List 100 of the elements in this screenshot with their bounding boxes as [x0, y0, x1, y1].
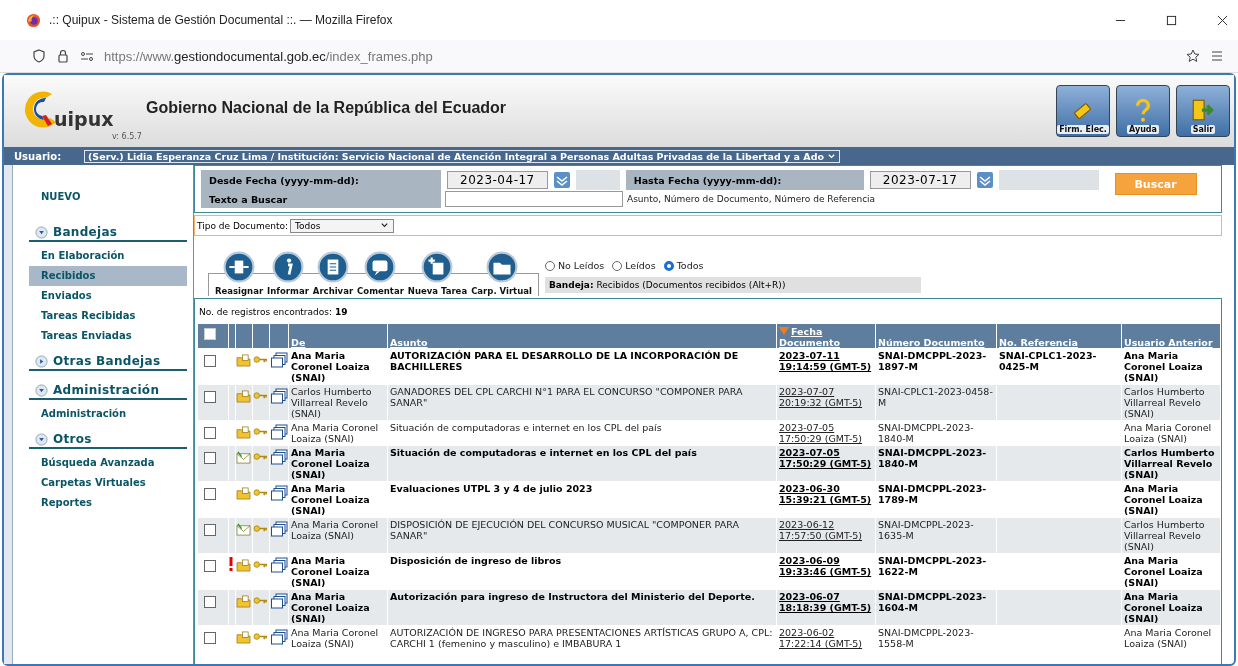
subject-text: Situación de computadoras e internet en los CPL del país [390, 422, 662, 433]
sort-arrow-icon [779, 327, 789, 335]
date-link[interactable]: 2023-06-09 19:33:46 (GMT-5) [779, 555, 873, 577]
folder-icon [236, 354, 251, 367]
header-button[interactable]: Salir [1176, 85, 1230, 137]
subject-text: Situación de computadoras e internet en los CPL del país [390, 447, 697, 458]
folder-icon [236, 559, 251, 572]
toolbar-button[interactable]: Informar [265, 251, 311, 296]
chevron-down-icon [827, 151, 836, 161]
calendar-icon[interactable] [976, 172, 993, 188]
app-title: Gobierno Nacional de la República del Ecuador [146, 99, 507, 117]
column-header[interactable]: Asunto [390, 337, 428, 348]
previous-user: Ana Maria Coronel Loaiza (SNAI) [1124, 627, 1212, 649]
sidebar-item[interactable]: Búsqueda Avanzada [29, 453, 187, 473]
envelope-icon [236, 451, 251, 464]
copies-icon [270, 424, 288, 440]
sidebar-item[interactable]: Enviados [29, 286, 187, 306]
expand-icon [35, 355, 48, 368]
shield-icon[interactable] [32, 49, 46, 63]
calendar-icon[interactable] [553, 172, 570, 188]
date-link[interactable]: 2023-07-05 17:50:29 (GMT-5) [779, 422, 873, 444]
date-link[interactable]: 2023-07-11 19:14:59 (GMT-5) [779, 350, 873, 372]
doc-type-select[interactable]: Todos [290, 218, 395, 233]
previous-user: Ana Maria Coronel Loaiza (SNAI) [1124, 350, 1203, 383]
sidebar-section[interactable]: Otros [29, 432, 187, 449]
lock-icon[interactable] [56, 49, 70, 63]
radio-option[interactable]: Leídos [612, 260, 656, 271]
row-checkbox[interactable] [204, 524, 216, 536]
url-text[interactable]: https://www.gestiondocumental.gob.ec/index_frames.php [104, 48, 433, 64]
to-date-field[interactable]: 2023-07-17 [869, 171, 971, 189]
copies-icon [270, 388, 288, 404]
folder-icon [236, 631, 251, 644]
sidebar-section[interactable]: Otras Bandejas [29, 354, 187, 371]
document-number: SNAI-DMCPPL-2023-1789-M [878, 483, 987, 505]
collapse-icon [35, 433, 48, 446]
star-icon[interactable] [1186, 49, 1200, 63]
folder-icon [236, 487, 251, 500]
sidebar-section[interactable]: Bandejas [29, 225, 187, 242]
chevron-down-icon [380, 221, 390, 230]
from-date-field[interactable]: 2023-04-17 [447, 171, 548, 189]
radio-option[interactable]: Todos [663, 260, 704, 271]
toolbar-button[interactable]: Comentar [355, 251, 406, 296]
header-button[interactable]: Ayuda [1116, 85, 1170, 137]
sidebar-item[interactable]: Carpetas Virtuales [29, 473, 187, 493]
search-field[interactable] [445, 191, 623, 207]
sidebar-section[interactable]: Administración [29, 383, 187, 400]
sidebar-item[interactable]: Tareas Recibidas [29, 306, 187, 326]
radio-option[interactable]: No Leídos [544, 260, 605, 271]
select-all-checkbox[interactable] [204, 328, 216, 340]
search-text-label: Texto a Buscar [201, 190, 441, 208]
sidebar-item[interactable]: Administración [29, 404, 187, 424]
column-header[interactable]: De [291, 337, 306, 348]
row-checkbox[interactable] [204, 391, 216, 403]
column-header[interactable]: Fecha Documento [779, 326, 873, 348]
sidebar-item[interactable]: Recibidos [29, 266, 187, 286]
maximize-icon[interactable] [1166, 14, 1177, 26]
permissions-icon[interactable] [80, 49, 94, 63]
previous-user: Carlos Humberto Villarreal Revelo (SNAI) [1124, 386, 1205, 419]
row-checkbox[interactable] [204, 427, 216, 439]
doc-type-label: Tipo de Documento: [197, 220, 289, 231]
previous-user: Carlos Humberto Villarreal Revelo (SNAI) [1124, 519, 1205, 552]
row-checkbox[interactable] [204, 355, 216, 367]
sidebar-item[interactable]: Reportes [29, 493, 187, 513]
previous-user: Carlos Humberto Villarreal Revelo (SNAI) [1124, 447, 1215, 480]
folder-icon [236, 426, 251, 439]
row-checkbox[interactable] [204, 488, 216, 500]
sidebar-item[interactable]: En Elaboración [29, 246, 187, 266]
folder-icon [236, 390, 251, 403]
menu-icon[interactable] [1210, 49, 1224, 63]
toolbar-button[interactable]: Archivar [310, 251, 356, 296]
row-checkbox[interactable] [204, 596, 216, 608]
row-checkbox[interactable] [204, 632, 216, 644]
row-checkbox[interactable] [204, 560, 216, 572]
toolbar-button[interactable]: Carp. Virtual [469, 251, 534, 296]
collapse-icon [35, 226, 48, 239]
previous-user: Ana Maria Coronel Loaiza (SNAI) [1124, 591, 1203, 624]
date-link[interactable]: 2023-06-30 15:39:21 (GMT-5) [779, 483, 873, 505]
document-number: SNAI-DMCPPL-2023-1840-M [878, 422, 974, 444]
copies-icon [270, 629, 288, 645]
copies-icon [270, 485, 288, 501]
sender-text: Ana Maria Coronel Loaiza (SNAI) [291, 422, 379, 444]
window-title: .:: Quipux - Sistema de Gestión Documental ::. — Mozilla Firefox [49, 13, 393, 27]
previous-user: Ana Maria Coronel Loaiza (SNAI) [1124, 555, 1203, 588]
toolbar-button[interactable]: Reasignar [213, 251, 266, 296]
toolbar-button[interactable]: Nueva Tarea [405, 251, 470, 296]
header-button[interactable]: Firm. Elec. [1056, 85, 1110, 137]
sidebar-item[interactable]: Tareas Enviadas [29, 326, 187, 346]
document-number: SNAI-CPLC1-2023-0458-M [878, 386, 993, 408]
sidebar-link[interactable]: NUEVO [29, 187, 187, 207]
close-icon[interactable] [1217, 14, 1228, 26]
folder-icon [236, 595, 251, 608]
user-select[interactable]: (Serv.) Lidia Esperanza Cruz Lima / Institución: Servicio Nacional de Atención Integral a Personas Adultas Privadas de la Libertad y a Ado [84, 149, 840, 163]
row-checkbox[interactable] [204, 452, 216, 464]
from-date-label: Desde Fecha (yyyy-mm-dd): [201, 170, 441, 190]
sender-text: Ana Maria Coronel Loaiza (SNAI) [291, 591, 370, 624]
date-link[interactable]: 2023-06-02 17:22:14 (GMT-5) [779, 627, 873, 649]
new-task-icon [421, 251, 454, 283]
logo-text: uipux [54, 108, 114, 130]
document-number: SNAI-DMCPPL-2023-1897-M [878, 350, 987, 372]
copies-icon [270, 449, 288, 465]
